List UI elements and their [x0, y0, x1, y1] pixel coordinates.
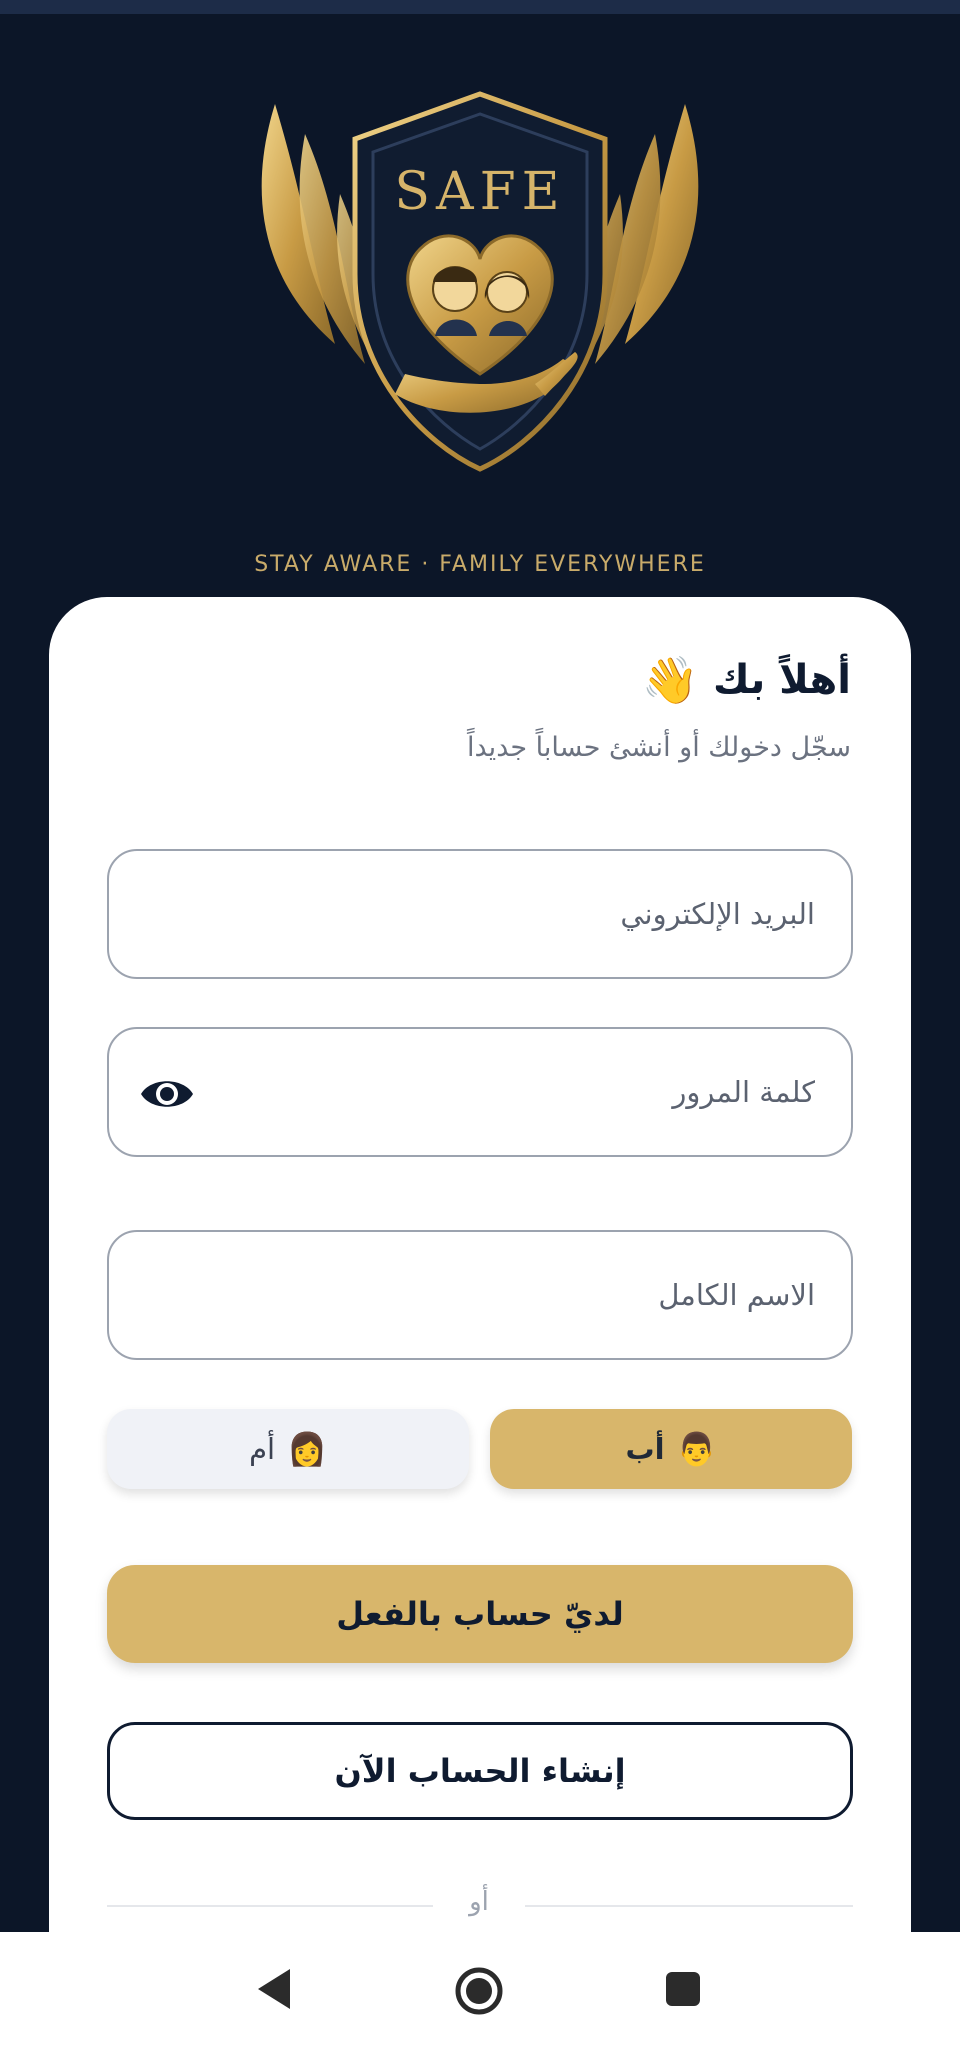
- recents-square-icon[interactable]: [664, 1970, 702, 2008]
- role-father-button[interactable]: 👨 أب: [490, 1409, 852, 1489]
- waving-hand-icon: 👋: [641, 653, 699, 707]
- divider-line-left: [107, 1905, 433, 1907]
- create-account-button[interactable]: إنشاء الحساب الآن: [107, 1722, 853, 1820]
- logo-area: SAFE STAY AWARE · FAMILY EVERYWHERE: [0, 60, 960, 577]
- status-bar: [0, 0, 960, 14]
- role-father-label: أب: [625, 1432, 665, 1466]
- safe-logo: SAFE: [261, 91, 699, 472]
- eye-icon[interactable]: [139, 1069, 195, 1119]
- password-input[interactable]: [199, 1029, 815, 1155]
- email-field[interactable]: [107, 849, 853, 979]
- welcome-heading: أهلاً بك 👋: [642, 657, 851, 703]
- system-nav-bar: [0, 1932, 960, 2048]
- logo-tagline: STAY AWARE · FAMILY EVERYWHERE: [254, 552, 706, 577]
- divider-line-right: [525, 1905, 853, 1907]
- fullname-field[interactable]: [107, 1230, 853, 1360]
- home-circle-icon[interactable]: [454, 1966, 504, 2016]
- email-input[interactable]: [199, 851, 815, 977]
- role-mother-button[interactable]: 👩 أم: [107, 1409, 469, 1489]
- man-icon: 👨: [676, 1430, 717, 1468]
- role-mother-label: أم: [249, 1432, 276, 1466]
- password-field[interactable]: [107, 1027, 853, 1157]
- auth-card: أهلاً بك 👋 سجّل دخولك أو أنشئ حساباً جدي…: [49, 597, 911, 2037]
- woman-icon: 👩: [287, 1430, 327, 1468]
- fullname-input[interactable]: [199, 1232, 815, 1358]
- login-existing-account-button[interactable]: لديّ حساب بالفعل: [107, 1565, 853, 1663]
- divider-or-text: أو: [469, 1887, 489, 1917]
- back-triangle-icon[interactable]: [254, 1967, 294, 2011]
- welcome-title: أهلاً بك: [712, 657, 851, 703]
- welcome-subtitle: سجّل دخولك أو أنشئ حساباً جديداً: [467, 732, 851, 763]
- logo-brand-text: SAFE: [394, 162, 565, 222]
